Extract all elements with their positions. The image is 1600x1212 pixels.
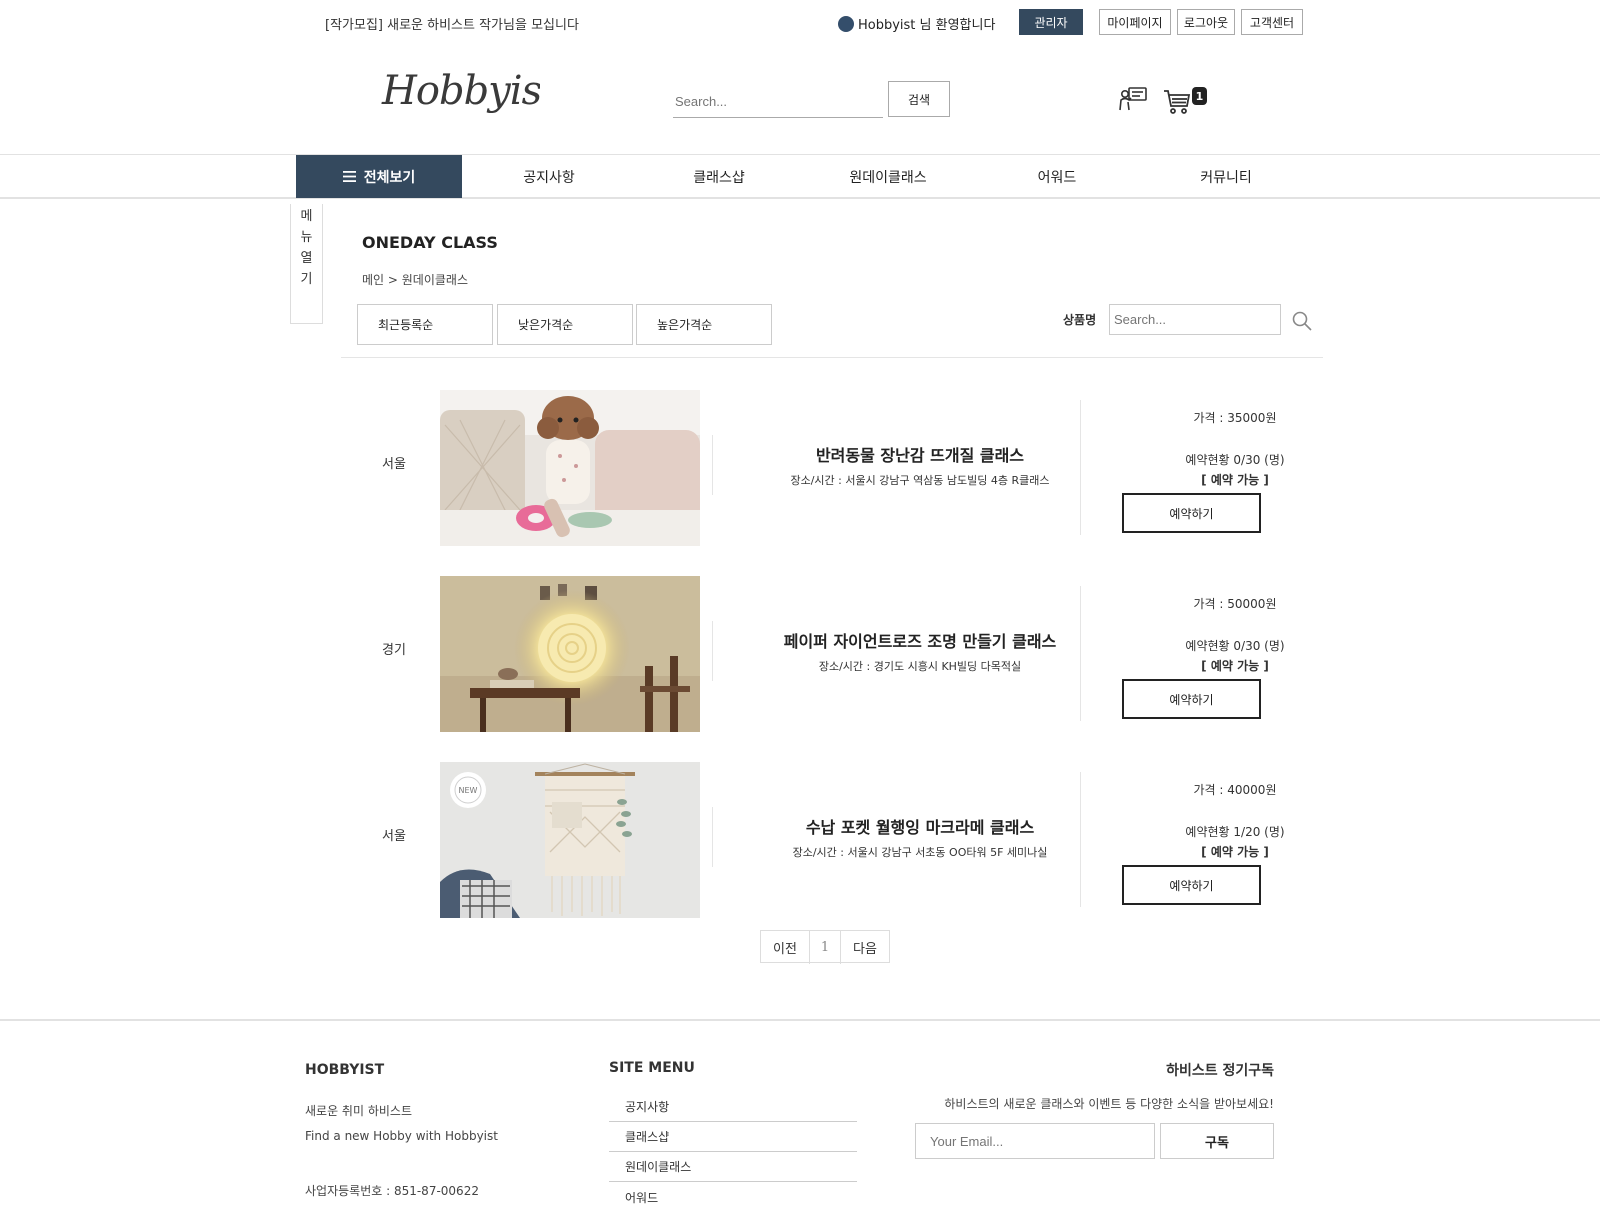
availability-status: [ 예약 가능 ] — [1201, 845, 1269, 859]
footer-site-menu-title: SITE MENU — [609, 1060, 695, 1076]
footer-menu-award[interactable]: 어워드 — [609, 1182, 857, 1212]
sort-recent-button[interactable]: 최근등록순 — [357, 304, 493, 345]
header-search-input[interactable] — [673, 86, 883, 118]
product-title[interactable]: 반려동물 장난감 뜨개질 클래스 — [720, 442, 1120, 466]
side-tab-char: 열 — [300, 251, 313, 266]
reservation-status: 예약현황 1/20 (명) — [1185, 825, 1285, 839]
reservation-status: 예약현황 0/30 (명) — [1185, 639, 1285, 653]
header-search-button[interactable]: 검색 — [888, 81, 950, 117]
product-region: 서울 — [382, 457, 406, 472]
product-row: 경기 페이퍼 자이언트로즈 조명 만들기 클래스 장소/시간: 경기도 시흥시… — [340, 571, 1320, 732]
cart-icon[interactable] — [1162, 86, 1192, 120]
mypage-button[interactable]: 마이페이지 — [1099, 9, 1171, 35]
nav-all-menu-button[interactable]: 전체보기 — [296, 155, 462, 198]
logo-text: Hobbyist — [381, 68, 540, 114]
list-divider — [341, 357, 1323, 358]
class-board-icon[interactable] — [1118, 84, 1148, 118]
admin-button[interactable]: 관리자 — [1019, 9, 1083, 35]
nav-item-award[interactable]: 어워드 — [973, 155, 1141, 198]
footer-brand-line2: Find a new Hobby with Hobbyist — [305, 1129, 498, 1143]
footer-divider — [0, 1019, 1600, 1021]
product-image-paper-rose-lamp[interactable] — [440, 576, 700, 732]
welcome-message: Hobbyist 님 환영합니다 — [838, 14, 995, 33]
cart-count-badge: 1 — [1192, 87, 1207, 105]
pagination-next-button[interactable]: 다음 — [841, 931, 889, 964]
product-row: 서울 NEW 수납 포켓 월행잉 마크라메 클래스 장소/시간: 서울시 강남… — [340, 757, 1320, 918]
footer-menu-notice[interactable]: 공지사항 — [609, 1092, 857, 1122]
product-region: 서울 — [382, 829, 406, 844]
footer-brand-title: HOBBYIST — [305, 1062, 385, 1078]
welcome-dot-icon — [838, 15, 854, 32]
recruit-notice-link[interactable]: [작가모집] 새로운 하비스트 작가님을 모십니다 — [325, 14, 579, 33]
footer-brand-line1: 새로운 취미 하비스트 — [305, 1104, 412, 1118]
pagination-prev-button[interactable]: 이전 — [761, 931, 810, 964]
product-price: 가격 : 50000원 — [1193, 597, 1277, 611]
nav-item-community[interactable]: 커뮤니티 — [1142, 155, 1310, 198]
product-name-label: 상품명 — [1063, 313, 1097, 327]
product-location: 장소/시간 : 서울시 강남구 역삼동 남도빌딩 4층 R클래스 — [790, 474, 1050, 487]
footer-menu-classshop[interactable]: 클래스샵 — [609, 1122, 857, 1152]
search-icon[interactable] — [1291, 310, 1313, 332]
product-image-dog-toy[interactable] — [440, 390, 700, 546]
book-button[interactable]: 예약하기 — [1122, 493, 1261, 533]
footer-subscribe-title: 하비스트 정기구독 — [1166, 1063, 1274, 1079]
product-price: 가격 : 35000원 — [1193, 411, 1277, 425]
welcome-text: Hobbyist 님 환영합니다 — [858, 18, 996, 33]
product-region: 경기 — [382, 643, 406, 658]
hobbyist-logo[interactable]: Hobbyist — [380, 60, 559, 130]
pagination-page-1[interactable]: 1 — [810, 931, 841, 964]
customer-center-button[interactable]: 고객센터 — [1241, 9, 1303, 35]
subscribe-button[interactable]: 구독 — [1160, 1123, 1274, 1159]
row-divider — [1080, 586, 1081, 721]
row-divider — [1080, 772, 1081, 907]
footer-menu-onedayclass[interactable]: 원데이클래스 — [609, 1152, 857, 1182]
product-title[interactable]: 수납 포켓 월행잉 마크라메 클래스 — [720, 814, 1120, 838]
logout-button[interactable]: 로그아웃 — [1177, 9, 1235, 35]
breadcrumb: 메인 > 원데이클래스 — [362, 273, 469, 287]
reservation-status: 예약현황 0/30 (명) — [1185, 453, 1285, 467]
side-tab-char: 뉴 — [300, 230, 313, 245]
book-button[interactable]: 예약하기 — [1122, 865, 1261, 905]
sort-high-price-button[interactable]: 높은가격순 — [636, 304, 772, 345]
new-badge: NEW — [459, 786, 478, 795]
menu-icon — [342, 171, 356, 182]
row-divider — [712, 621, 713, 681]
page-title: ONEDAY CLASS — [362, 233, 498, 252]
product-location: 장소/시간 : 경기도 시흥시 KH빌딩 다목적실 — [818, 660, 1022, 673]
row-divider — [712, 435, 713, 495]
product-title[interactable]: 페이퍼 자이언트로즈 조명 만들기 클래스 — [720, 628, 1120, 652]
product-price: 가격 : 40000원 — [1193, 783, 1277, 797]
nav-all-label: 전체보기 — [363, 169, 416, 186]
product-row: 서울 반려동물 장난감 뜨개질 클래스 장소/시간 : 서울시 강남구 역삼동 … — [340, 385, 1320, 546]
footer-subscribe-description: 하비스트의 새로운 클래스와 이벤트 등 다양한 소식을 받아보세요! — [944, 1097, 1274, 1111]
nav-item-notice[interactable]: 공지사항 — [465, 155, 633, 198]
side-menu-open-tab[interactable]: 메 뉴 열 기 — [290, 204, 323, 324]
row-divider — [712, 807, 713, 867]
subscribe-email-input[interactable] — [915, 1123, 1155, 1159]
product-location: 장소/시간 : 서울시 강남구 서초동 OO타워 5F 세미나실 — [792, 846, 1048, 859]
book-button[interactable]: 예약하기 — [1122, 679, 1261, 719]
row-divider — [1080, 400, 1081, 535]
product-search-input[interactable] — [1109, 304, 1281, 335]
product-image-macrame[interactable]: NEW — [440, 762, 700, 918]
side-tab-char: 메 — [300, 209, 313, 224]
footer-business-number: 사업자등록번호 : 851-87-00622 — [305, 1184, 479, 1198]
nav-item-classshop[interactable]: 클래스샵 — [635, 155, 803, 198]
availability-status: [ 예약 가능 ] — [1201, 473, 1269, 487]
side-tab-char: 기 — [300, 272, 313, 287]
sort-low-price-button[interactable]: 낮은가격순 — [497, 304, 633, 345]
availability-status: [ 예약 가능 ] — [1201, 659, 1269, 673]
pagination: 이전 1 다음 — [760, 930, 890, 964]
nav-item-onedayclass[interactable]: 원데이클래스 — [804, 155, 972, 198]
